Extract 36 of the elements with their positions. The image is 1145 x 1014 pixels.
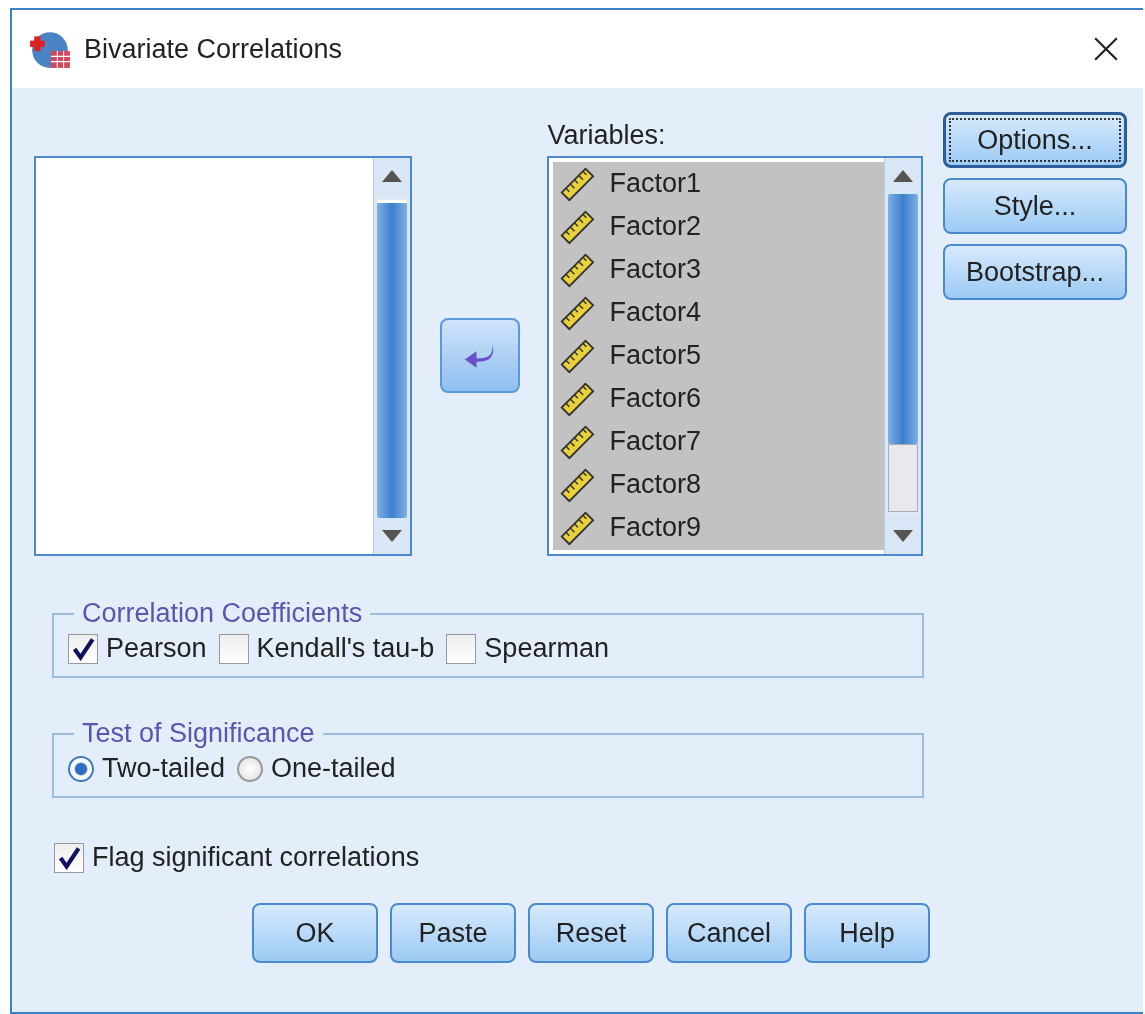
window-title: Bivariate Correlations: [84, 33, 344, 65]
source-list[interactable]: [34, 156, 412, 556]
scroll-down-icon[interactable]: [381, 530, 402, 542]
checkbox-label: Kendall's tau-b: [256, 633, 435, 664]
dialog-button[interactable]: OK: [252, 903, 378, 963]
dialog-button[interactable]: Paste: [390, 903, 516, 963]
dialog-button[interactable]: Options...: [943, 112, 1127, 168]
radio-button[interactable]: [237, 755, 264, 782]
variables-list[interactable]: Factor1 Factor2 Factor3 Factor4 Factor5 Factor6 Factor7 Factor8 Factor9: [547, 156, 923, 556]
dialog-button[interactable]: Help: [804, 903, 930, 963]
radio-label: One-tailed: [271, 753, 396, 784]
radio-label: Two-tailed: [102, 753, 226, 784]
checkbox[interactable]: [68, 633, 98, 664]
scrollbar[interactable]: [884, 158, 921, 554]
dialog-button[interactable]: Cancel: [666, 903, 792, 963]
scroll-up-icon[interactable]: [381, 170, 402, 182]
radio-button[interactable]: [68, 755, 94, 782]
scroll-up-icon[interactable]: [893, 170, 913, 182]
scroll-down-icon[interactable]: [893, 530, 913, 542]
scrollbar[interactable]: [372, 158, 410, 554]
group-title: Correlation Coefficients: [81, 598, 364, 629]
group-title: Test of Significance: [81, 718, 316, 749]
dialog-button[interactable]: Style...: [943, 178, 1127, 234]
checkbox-label: Flag significant correlations: [92, 842, 420, 873]
scroll-thumb[interactable]: [888, 444, 918, 512]
checkbox-label: Spearman: [484, 633, 609, 664]
checkbox[interactable]: [218, 633, 249, 664]
checkbox[interactable]: [54, 842, 84, 873]
dialog-button[interactable]: Reset: [528, 903, 654, 963]
checkbox[interactable]: [446, 633, 477, 664]
checkbox-label: Pearson: [106, 633, 207, 664]
move-button[interactable]: [439, 318, 520, 393]
close-icon[interactable]: [1093, 36, 1119, 62]
dialog-button[interactable]: Bootstrap...: [943, 244, 1127, 300]
variables-label: Variables:: [547, 120, 667, 152]
scroll-thumb[interactable]: [888, 194, 918, 444]
